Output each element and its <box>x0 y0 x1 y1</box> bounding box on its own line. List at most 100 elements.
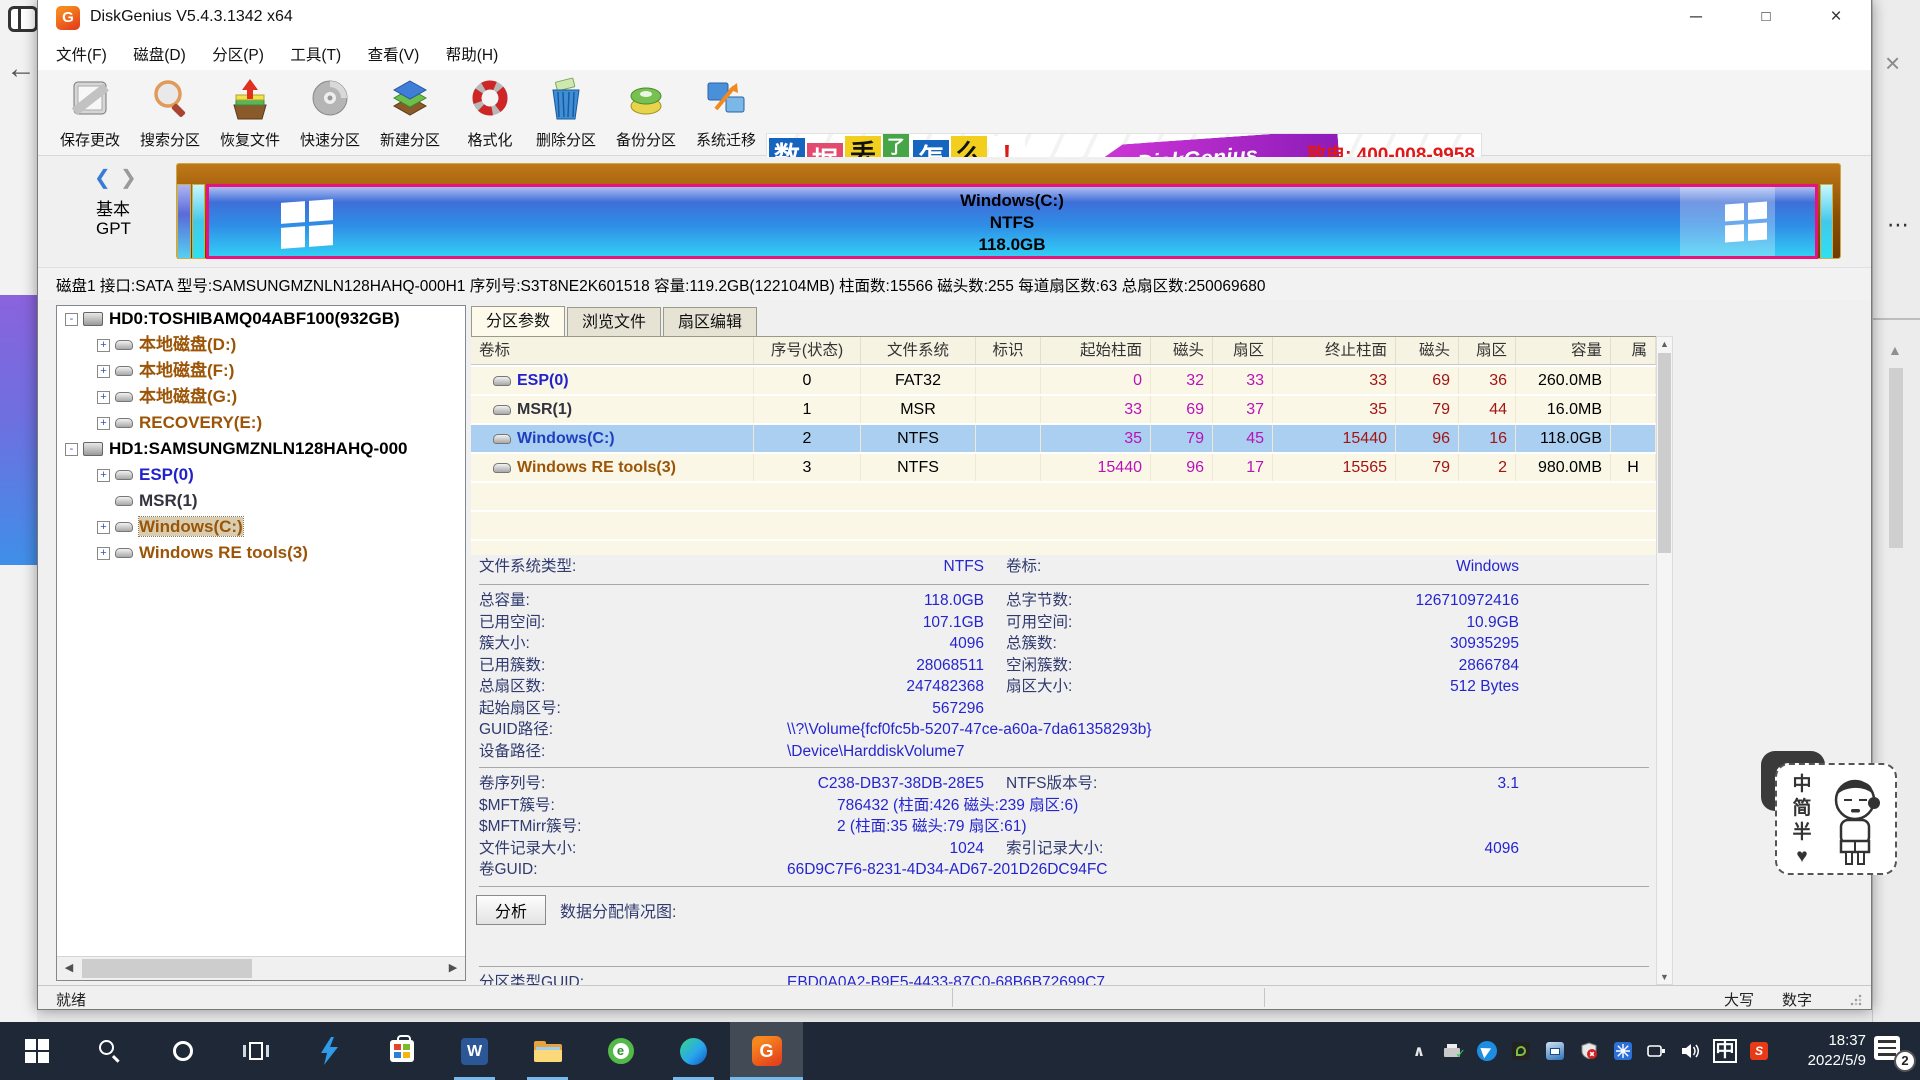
expand-icon[interactable]: + <box>97 391 110 404</box>
background-menu-icon[interactable]: ⋯ <box>1887 212 1910 238</box>
tree-horizontal-scrollbar[interactable]: ◀ ▶ <box>57 956 465 980</box>
save-changes-button[interactable]: 保存更改 <box>50 73 130 153</box>
maximize-button[interactable]: □ <box>1743 0 1789 36</box>
analyze-button[interactable]: 分析 <box>476 895 546 925</box>
background-close-icon[interactable]: × <box>1885 48 1900 79</box>
taskbar-clock[interactable]: 18:37 2022/5/9 <box>1782 1031 1866 1071</box>
menu-partition[interactable]: 分区(P) <box>212 43 264 65</box>
resize-grip[interactable] <box>1850 994 1862 1006</box>
tray-chevron-icon[interactable]: ∧ <box>1402 1022 1436 1080</box>
col-start-sector[interactable]: 扇区 <box>1213 337 1273 364</box>
collapse-icon[interactable]: - <box>65 313 78 326</box>
system-migration-button[interactable]: 系统迁移 <box>686 73 766 153</box>
backup-partition-button[interactable]: 备份分区 <box>606 73 686 153</box>
scrollbar-thumb[interactable] <box>1889 368 1903 548</box>
volume-tray-icon[interactable] <box>1674 1022 1708 1080</box>
col-flag[interactable]: 标识 <box>976 337 1041 364</box>
col-volume[interactable]: 卷标 <box>471 337 754 364</box>
tree-item-hd0[interactable]: -HD0:TOSHIBAMQ04ABF100(932GB) <box>57 306 465 332</box>
pinned-app-lightning[interactable] <box>292 1022 365 1080</box>
col-start-cylinder[interactable]: 起始柱面 <box>1041 337 1151 364</box>
scroll-right-icon[interactable]: ▶ <box>441 957 465 980</box>
tree-item-local-f[interactable]: +本地磁盘(F:) <box>57 358 465 384</box>
ime-indicator[interactable]: 中 <box>1708 1022 1742 1080</box>
panel-vertical-scrollbar[interactable]: ▲ ▼ <box>1656 336 1673 985</box>
collapse-icon[interactable]: - <box>65 443 78 456</box>
task-view-button[interactable] <box>219 1022 292 1080</box>
tree-item-windows-c[interactable]: +Windows(C:) <box>57 514 465 540</box>
green-browser-button[interactable]: e <box>584 1022 657 1080</box>
col-end-cylinder[interactable]: 终止柱面 <box>1273 337 1396 364</box>
taskbar-search-button[interactable] <box>73 1022 146 1080</box>
security-shield-tray-icon[interactable] <box>1572 1022 1606 1080</box>
table-row-esp[interactable]: ESP(0) 0 FAT32 0 32 33 33 69 36 260.0MB <box>471 365 1656 394</box>
col-filesystem[interactable]: 文件系统 <box>861 337 976 364</box>
tree-item-local-d[interactable]: +本地磁盘(D:) <box>57 332 465 358</box>
msr-partition-block[interactable] <box>192 184 205 259</box>
delete-partition-button[interactable]: 删除分区 <box>526 73 606 153</box>
back-arrow-icon[interactable]: ← <box>6 52 36 86</box>
expand-icon[interactable]: + <box>97 339 110 352</box>
minimize-button[interactable]: ─ <box>1673 0 1719 36</box>
menu-disk[interactable]: 磁盘(D) <box>133 43 186 65</box>
ime-mode-chinese[interactable]: 中 <box>1791 773 1813 797</box>
disk-partition-map[interactable]: Windows(C:) NTFS 118.0GB <box>176 163 1841 259</box>
notification-center-button[interactable]: 2 <box>1866 1022 1918 1080</box>
scrollbar-thumb[interactable] <box>82 959 252 978</box>
search-partition-button[interactable]: 搜索分区 <box>130 73 210 153</box>
snowflake-tray-icon[interactable] <box>1606 1022 1640 1080</box>
tab-partition-params[interactable]: 分区参数 <box>471 306 565 337</box>
edge-button[interactable] <box>657 1022 730 1080</box>
recovery-partition-block[interactable] <box>1820 184 1833 259</box>
col-capacity[interactable]: 容量 <box>1516 337 1611 364</box>
col-attr[interactable]: 属性 <box>1611 337 1656 364</box>
power-plug-tray-icon[interactable] <box>1640 1022 1674 1080</box>
table-row-msr[interactable]: MSR(1) 1 MSR 33 69 37 35 79 44 16.0MB <box>471 394 1656 423</box>
col-start-head[interactable]: 磁头 <box>1151 337 1213 364</box>
cortana-button[interactable] <box>146 1022 219 1080</box>
col-end-sector[interactable]: 扇区 <box>1459 337 1516 364</box>
tree-item-windows-re[interactable]: +Windows RE tools(3) <box>57 540 465 566</box>
diskgenius-taskbar-button[interactable]: G <box>730 1022 803 1080</box>
expand-icon[interactable]: + <box>97 469 110 482</box>
intel-graphics-tray-icon[interactable] <box>1538 1022 1572 1080</box>
scroll-up-icon[interactable]: ▲ <box>1657 339 1672 349</box>
file-explorer-button[interactable] <box>511 1022 584 1080</box>
microsoft-store-button[interactable] <box>365 1022 438 1080</box>
ime-mode-halfwidth[interactable]: 半 <box>1791 821 1813 845</box>
word-button[interactable]: W <box>438 1022 511 1080</box>
col-index-status[interactable]: 序号(状态) <box>754 337 861 364</box>
expand-icon[interactable]: + <box>97 547 110 560</box>
ime-status-panel[interactable]: 中 简 半 ♥ <box>1775 763 1897 877</box>
expand-icon[interactable]: + <box>97 521 110 534</box>
close-button[interactable]: × <box>1813 0 1859 36</box>
prev-disk-arrow-icon[interactable]: ❮ <box>94 165 111 190</box>
windows-c-partition-block[interactable]: Windows(C:) NTFS 118.0GB <box>206 184 1818 259</box>
scroll-down-icon[interactable]: ▼ <box>1657 972 1672 982</box>
menu-tools[interactable]: 工具(T) <box>290 43 341 65</box>
start-button[interactable] <box>0 1022 73 1080</box>
table-row-windows-re[interactable]: Windows RE tools(3) 3 NTFS 15440 96 17 1… <box>471 452 1656 481</box>
next-disk-arrow-icon[interactable]: ❯ <box>120 165 137 190</box>
format-button[interactable]: 格式化 <box>450 73 530 153</box>
tree-item-local-g[interactable]: +本地磁盘(G:) <box>57 384 465 410</box>
tree-item-msr[interactable]: MSR(1) <box>57 488 465 514</box>
recover-files-button[interactable]: 恢复文件 <box>210 73 290 153</box>
sogou-tray-icon[interactable]: S <box>1742 1022 1776 1080</box>
expand-icon[interactable]: + <box>97 417 110 430</box>
ime-mode-simplified[interactable]: 简 <box>1791 797 1813 821</box>
scroll-up-icon[interactable]: ▲ <box>1888 342 1902 358</box>
col-end-head[interactable]: 磁头 <box>1396 337 1459 364</box>
printer-tray-icon[interactable]: ✓ <box>1436 1022 1470 1080</box>
menu-help[interactable]: 帮助(H) <box>446 43 499 65</box>
tab-sector-edit[interactable]: 扇区编辑 <box>663 307 757 337</box>
tree-item-recovery-e[interactable]: +RECOVERY(E:) <box>57 410 465 436</box>
table-row-windows-c[interactable]: Windows(C:) 2 NTFS 35 79 45 15440 96 16 … <box>471 423 1656 452</box>
expand-icon[interactable]: + <box>97 365 110 378</box>
menu-file[interactable]: 文件(F) <box>56 43 107 65</box>
ime-heart-icon[interactable]: ♥ <box>1791 845 1813 869</box>
nvidia-tray-icon[interactable] <box>1504 1022 1538 1080</box>
new-partition-button[interactable]: 新建分区 <box>370 73 450 153</box>
scroll-left-icon[interactable]: ◀ <box>57 957 81 980</box>
tree-item-hd1[interactable]: -HD1:SAMSUNGMZNLN128HAHQ-000 <box>57 436 465 462</box>
